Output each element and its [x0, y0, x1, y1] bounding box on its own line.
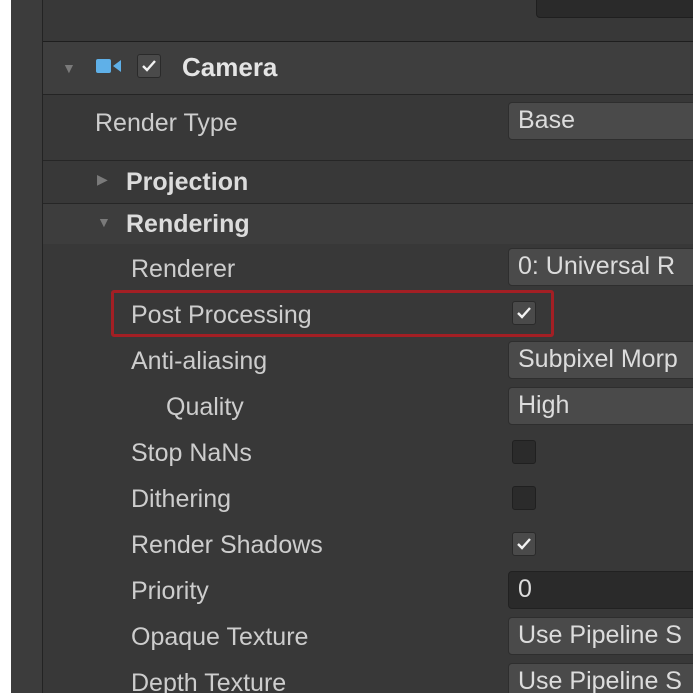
camera-icon	[96, 57, 122, 75]
renderer-dropdown[interactable]: 0: Universal R	[508, 248, 693, 286]
priority-label: Priority	[131, 577, 209, 605]
opaque-texture-dropdown[interactable]: Use Pipeline S	[508, 617, 693, 655]
render-type-dropdown[interactable]: Base	[508, 102, 693, 140]
fold-right-icon[interactable]: ▶	[97, 172, 108, 186]
fold-down-icon[interactable]: ▼	[62, 61, 76, 75]
priority-input[interactable]: 0	[508, 571, 693, 609]
dithering-checkbox[interactable]	[512, 486, 536, 510]
post-processing-highlight	[111, 290, 554, 337]
opaque-texture-label: Opaque Texture	[131, 623, 309, 651]
quality-dropdown[interactable]: High	[508, 387, 693, 425]
inspector-panel: ▼ Camera Render Type Base ▶ Projection ▼…	[11, 0, 693, 693]
dithering-label: Dithering	[131, 485, 232, 513]
camera-enabled-checkbox[interactable]	[137, 54, 161, 78]
depth-texture-dropdown[interactable]: Use Pipeline S	[508, 663, 693, 693]
fold-down-icon[interactable]: ▼	[97, 215, 111, 229]
render-type-label: Render Type	[95, 109, 238, 137]
anti-aliasing-label: Anti-aliasing	[131, 347, 268, 375]
stop-nans-checkbox[interactable]	[512, 440, 536, 464]
quality-label: Quality	[166, 393, 244, 421]
projection-foldout[interactable]: Projection	[126, 167, 248, 197]
render-shadows-label: Render Shadows	[131, 531, 323, 559]
left-gutter	[11, 0, 43, 693]
previous-component-field[interactable]	[536, 0, 693, 18]
render-shadows-checkbox[interactable]	[512, 532, 536, 556]
rendering-foldout[interactable]: Rendering	[126, 209, 250, 239]
anti-aliasing-dropdown[interactable]: Subpixel Morp	[508, 341, 693, 379]
stop-nans-label: Stop NaNs	[131, 439, 252, 467]
camera-component-header[interactable]: ▼ Camera	[43, 41, 693, 95]
divider	[43, 160, 693, 161]
depth-texture-label: Depth Texture	[131, 669, 287, 693]
renderer-label: Renderer	[131, 255, 236, 283]
component-title: Camera	[182, 52, 278, 82]
